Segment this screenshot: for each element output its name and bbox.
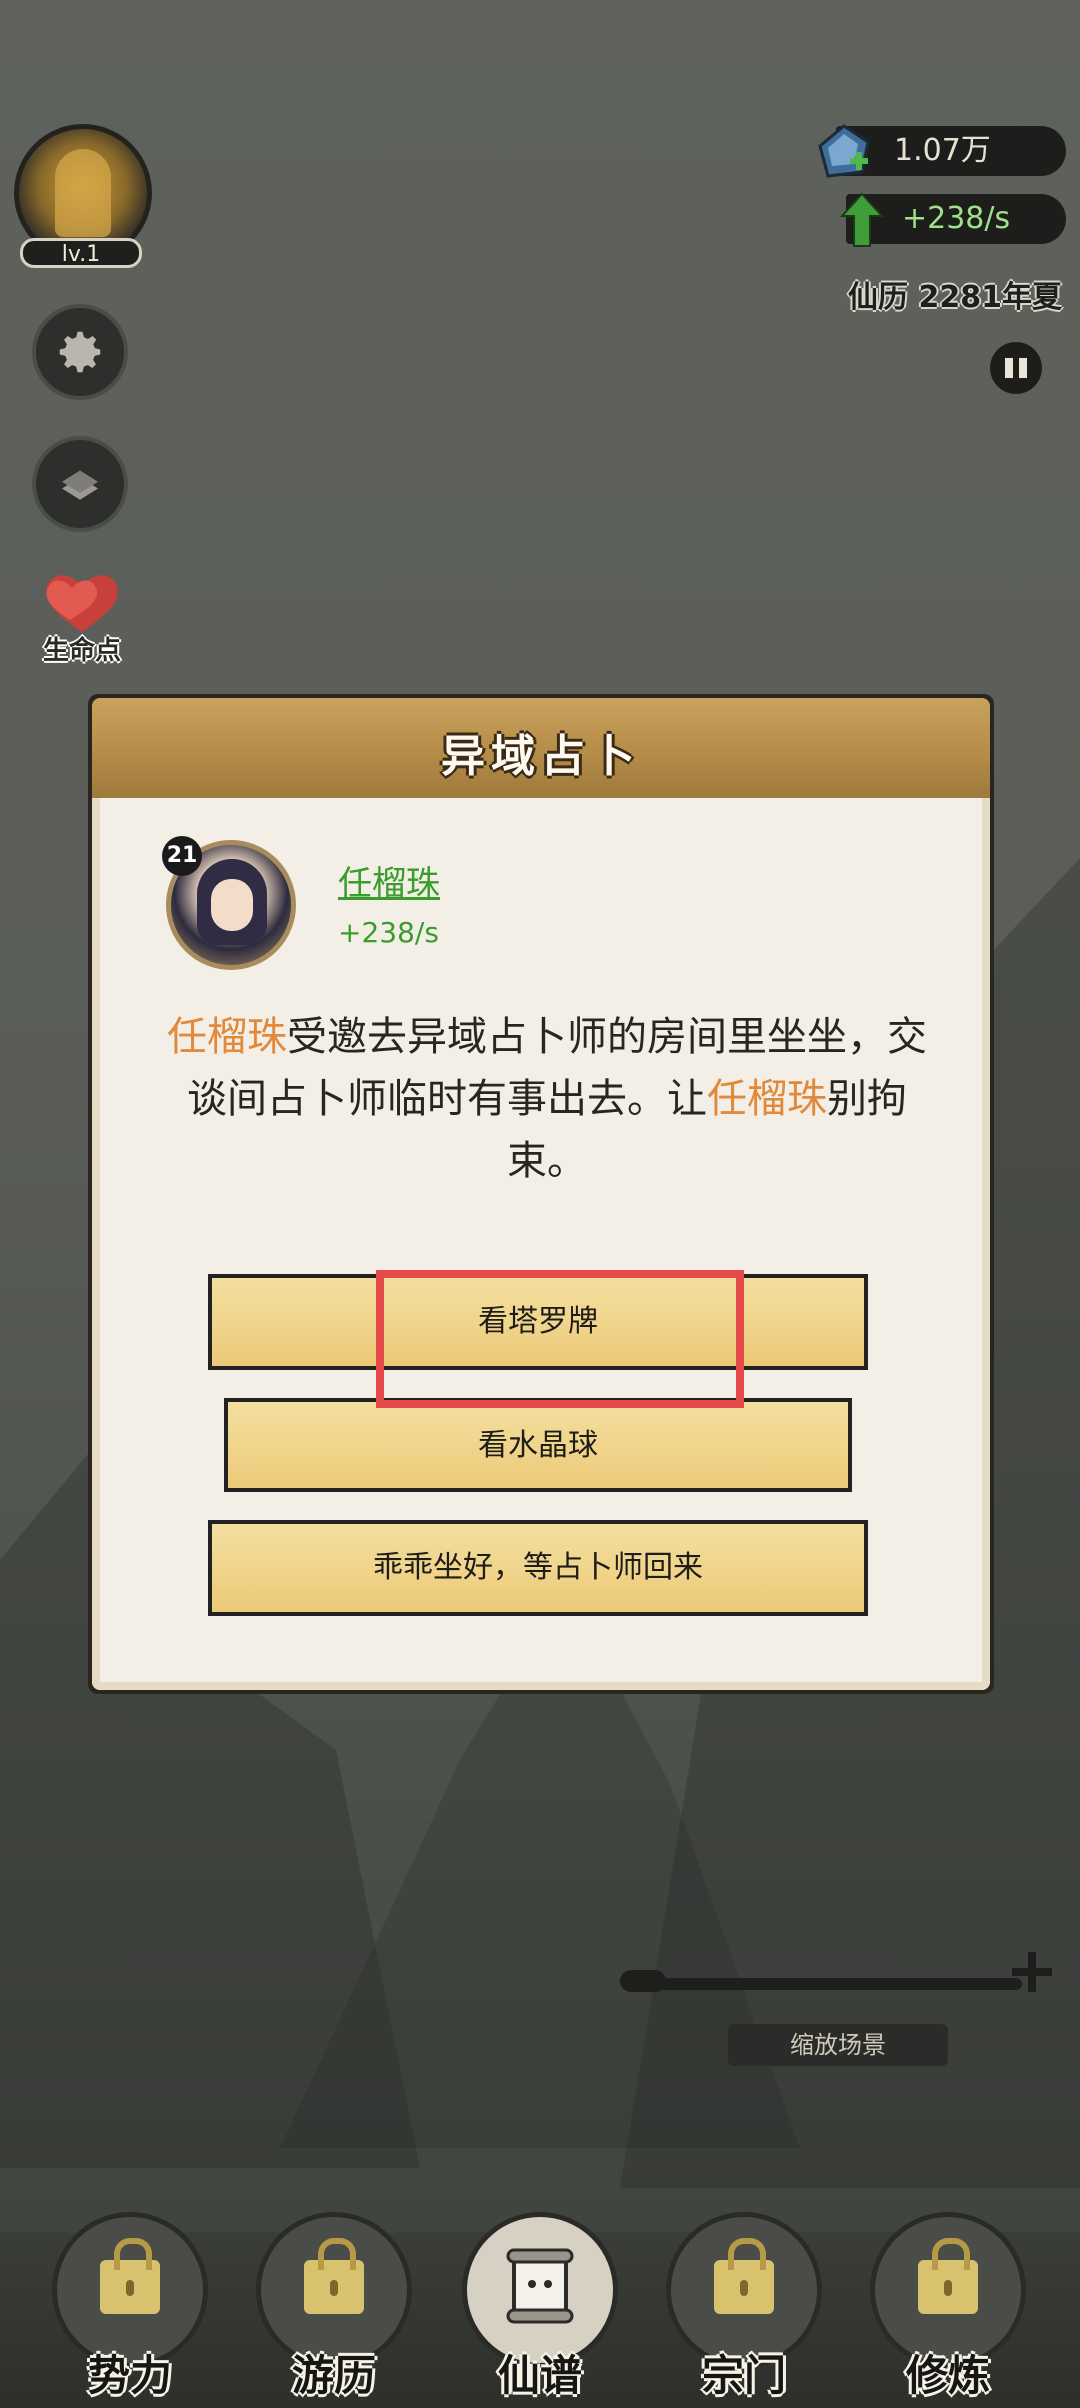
book-icon <box>62 470 98 500</box>
zoom-label: 缩放场景 <box>728 2024 948 2066</box>
nav-cultivate[interactable]: 修炼 <box>860 2212 1036 2408</box>
choice-wait-button[interactable]: 乖乖坐好，等占卜师回来 <box>208 1520 868 1616</box>
buddha-icon <box>55 149 111 237</box>
character-rate: +238/s <box>338 916 439 949</box>
life-points-button[interactable]: 生命点 <box>22 570 142 670</box>
event-dialog: 异域占卜 21 任榴珠 +238/s 任榴珠受邀去异域占卜师的房间里坐坐，交谈间… <box>88 694 994 1694</box>
character-name-link[interactable]: 任榴珠 <box>338 856 440 905</box>
lock-icon <box>304 2238 364 2314</box>
crystal-icon <box>818 124 870 178</box>
book-button[interactable] <box>32 436 128 532</box>
scroll-icon <box>506 2248 574 2324</box>
choice-crystal-ball-button[interactable]: 看水晶球 <box>224 1398 852 1492</box>
up-arrow-icon <box>840 192 884 247</box>
zoom-in-icon[interactable] <box>1008 1948 1056 1996</box>
nav-label: 势力 <box>87 2351 172 2400</box>
highlight-box <box>376 1270 744 1408</box>
zoom-slider[interactable] <box>622 1978 1022 1990</box>
story-text: 任榴珠受邀去异域占卜师的房间里坐坐，交谈间占卜师临时有事出去。让任榴珠别拘束。 <box>152 1006 942 1192</box>
lock-icon <box>714 2238 774 2314</box>
story-name-2: 任榴珠 <box>707 1076 827 1122</box>
settings-button[interactable] <box>32 304 128 400</box>
story-name-1: 任榴珠 <box>167 1014 287 1060</box>
nav-immortal-register[interactable]: 仙谱 <box>452 2212 628 2408</box>
nav-label: 游历 <box>291 2351 376 2400</box>
heart-icon <box>46 575 118 632</box>
zoom-out-icon[interactable] <box>620 1970 666 1992</box>
character-level-badge: 21 <box>162 836 202 876</box>
nav-label: 修炼 <box>905 2351 990 2400</box>
pause-button[interactable] <box>990 342 1042 394</box>
nav-sect[interactable]: 宗门 <box>656 2212 832 2408</box>
dialog-header: 异域占卜 <box>92 698 990 798</box>
lock-icon <box>100 2238 160 2314</box>
nav-travel[interactable]: 游历 <box>246 2212 422 2408</box>
nav-faction[interactable]: 势力 <box>42 2212 218 2408</box>
calendar-date: 仙历 2281年夏 <box>848 280 1062 315</box>
lock-icon <box>918 2238 978 2314</box>
dialog-title: 异域占卜 <box>441 731 641 782</box>
nav-label: 仙谱 <box>497 2351 582 2400</box>
gear-icon <box>59 331 101 373</box>
life-points-label: 生命点 <box>42 636 121 666</box>
level-badge: lv.1 <box>20 238 142 268</box>
nav-label: 宗门 <box>701 2351 786 2400</box>
